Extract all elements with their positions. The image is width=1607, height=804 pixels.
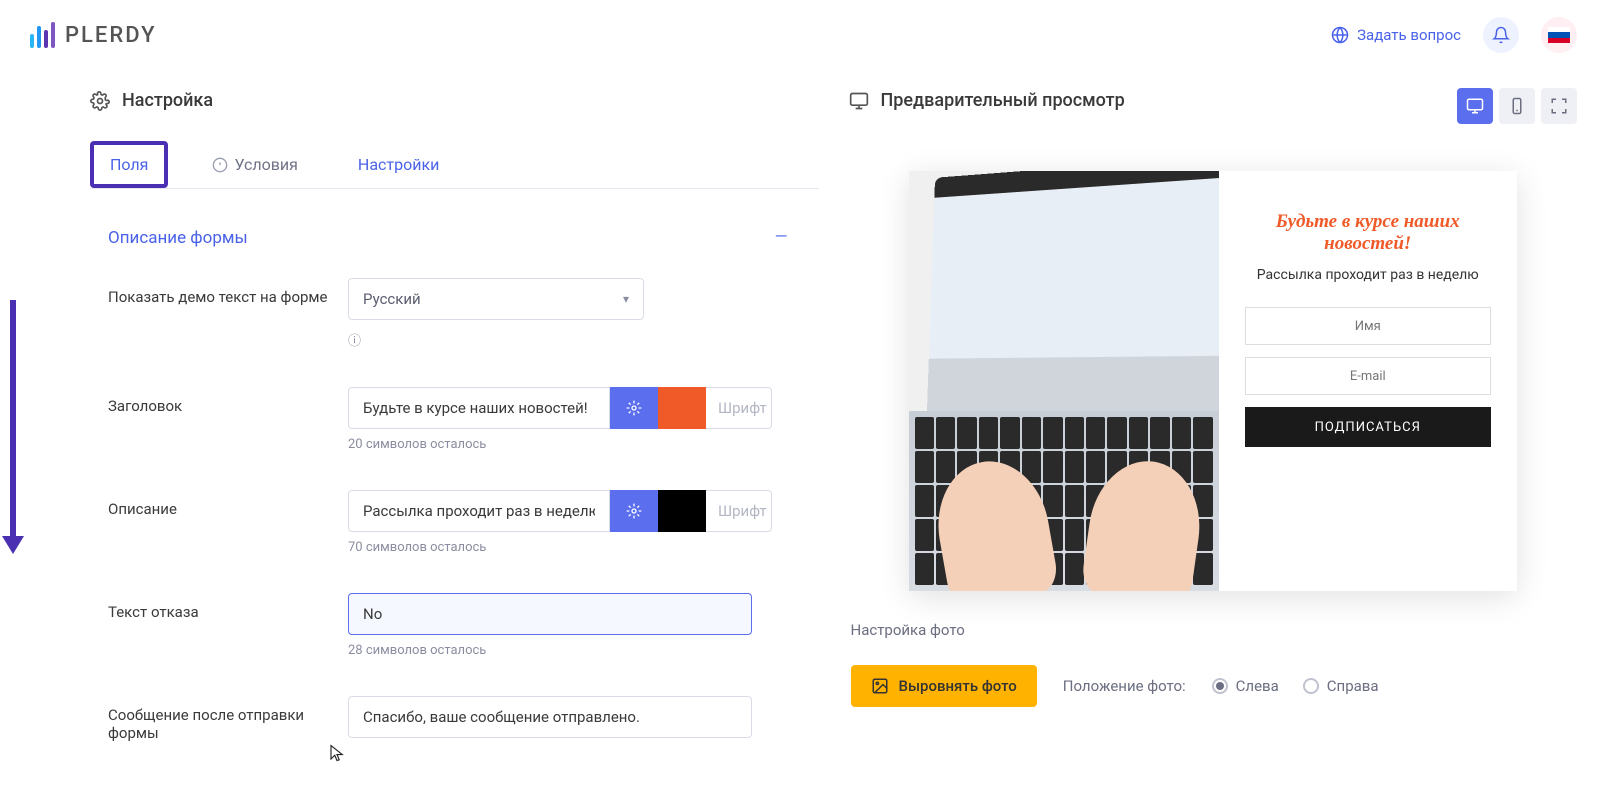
title-color-swatch[interactable]: [658, 387, 706, 429]
bell-icon: [1492, 26, 1510, 44]
ru-flag-icon: [1548, 27, 1570, 43]
help-icon[interactable]: ⓘ: [348, 330, 819, 349]
desc-color-swatch[interactable]: [658, 490, 706, 532]
logo-bars-icon: [30, 22, 55, 48]
brand-logo[interactable]: PLERDY: [30, 22, 157, 48]
title-font-select[interactable]: Шрифт: [706, 387, 772, 429]
radio-icon: [1212, 678, 1228, 694]
accordion-form-description[interactable]: Описание формы –: [90, 219, 819, 270]
gear-icon: [626, 400, 642, 416]
desc-label: Описание: [108, 490, 348, 518]
preview-popup: Будьте в курсе наших новостей! Рассылка …: [909, 171, 1518, 591]
desc-font-select[interactable]: Шрифт: [706, 490, 772, 532]
language-button[interactable]: [1541, 17, 1577, 53]
photo-position-label: Положение фото:: [1063, 677, 1186, 695]
popup-title: Будьте в курсе наших новостей!: [1245, 211, 1492, 255]
info-icon: [212, 157, 228, 173]
notifications-button[interactable]: [1483, 17, 1519, 53]
popup-email-input[interactable]: [1245, 357, 1492, 395]
desktop-icon: [849, 91, 869, 111]
preview-mobile-button[interactable]: [1499, 88, 1535, 124]
photo-settings-title: Настройка фото: [851, 621, 1578, 639]
monitor-icon: [1466, 97, 1484, 115]
cursor-icon: [328, 742, 346, 764]
photo-pos-right[interactable]: Справа: [1303, 677, 1379, 695]
desc-settings-button[interactable]: [610, 490, 658, 532]
photo-pos-left[interactable]: Слева: [1212, 677, 1279, 695]
annotation-arrow-icon: [10, 300, 16, 540]
popup-name-input[interactable]: [1245, 307, 1492, 345]
demo-text-label: Показать демо текст на форме: [108, 278, 348, 306]
title-counter: 20 символов осталось: [348, 437, 819, 452]
image-icon: [871, 677, 889, 695]
collapse-icon: –: [774, 225, 788, 250]
sent-label: Сообщение после отправки формы: [108, 696, 348, 742]
popup-submit-button[interactable]: ПОДПИСАТЬСЯ: [1245, 407, 1492, 447]
preview-fullscreen-button[interactable]: [1541, 88, 1577, 124]
align-photo-button[interactable]: Выровнять фото: [851, 665, 1037, 707]
tab-fields[interactable]: Поля: [90, 141, 168, 188]
brand-name: PLERDY: [65, 23, 157, 48]
ask-question-link[interactable]: Задать вопрос: [1331, 26, 1461, 44]
sent-input[interactable]: [348, 696, 752, 738]
expand-icon: [1550, 97, 1568, 115]
chevron-down-icon: ▾: [623, 292, 629, 306]
demo-text-value: Русский: [363, 290, 421, 308]
reject-counter: 28 символов осталось: [348, 643, 819, 658]
gear-icon: [90, 91, 110, 111]
tab-conditions[interactable]: Условия: [196, 141, 313, 188]
title-label: Заголовок: [108, 387, 348, 415]
demo-text-select[interactable]: Русский ▾: [348, 278, 644, 320]
popup-desc: Рассылка проходит раз в неделю: [1245, 267, 1492, 283]
reject-input[interactable]: [348, 593, 752, 635]
globe-icon: [1331, 26, 1349, 44]
desc-input[interactable]: [348, 490, 610, 532]
preview-title: Предварительный просмотр: [881, 90, 1125, 111]
reject-label: Текст отказа: [108, 593, 348, 621]
tab-settings[interactable]: Настройки: [342, 141, 455, 188]
preview-image: [909, 171, 1219, 591]
gear-icon: [626, 503, 642, 519]
desc-counter: 70 символов осталось: [348, 540, 819, 555]
title-input[interactable]: [348, 387, 610, 429]
mobile-icon: [1508, 97, 1526, 115]
settings-title: Настройка: [122, 90, 213, 111]
preview-desktop-button[interactable]: [1457, 88, 1493, 124]
accordion-title: Описание формы: [108, 228, 248, 248]
radio-icon: [1303, 678, 1319, 694]
title-settings-button[interactable]: [610, 387, 658, 429]
ask-question-label: Задать вопрос: [1357, 26, 1461, 44]
